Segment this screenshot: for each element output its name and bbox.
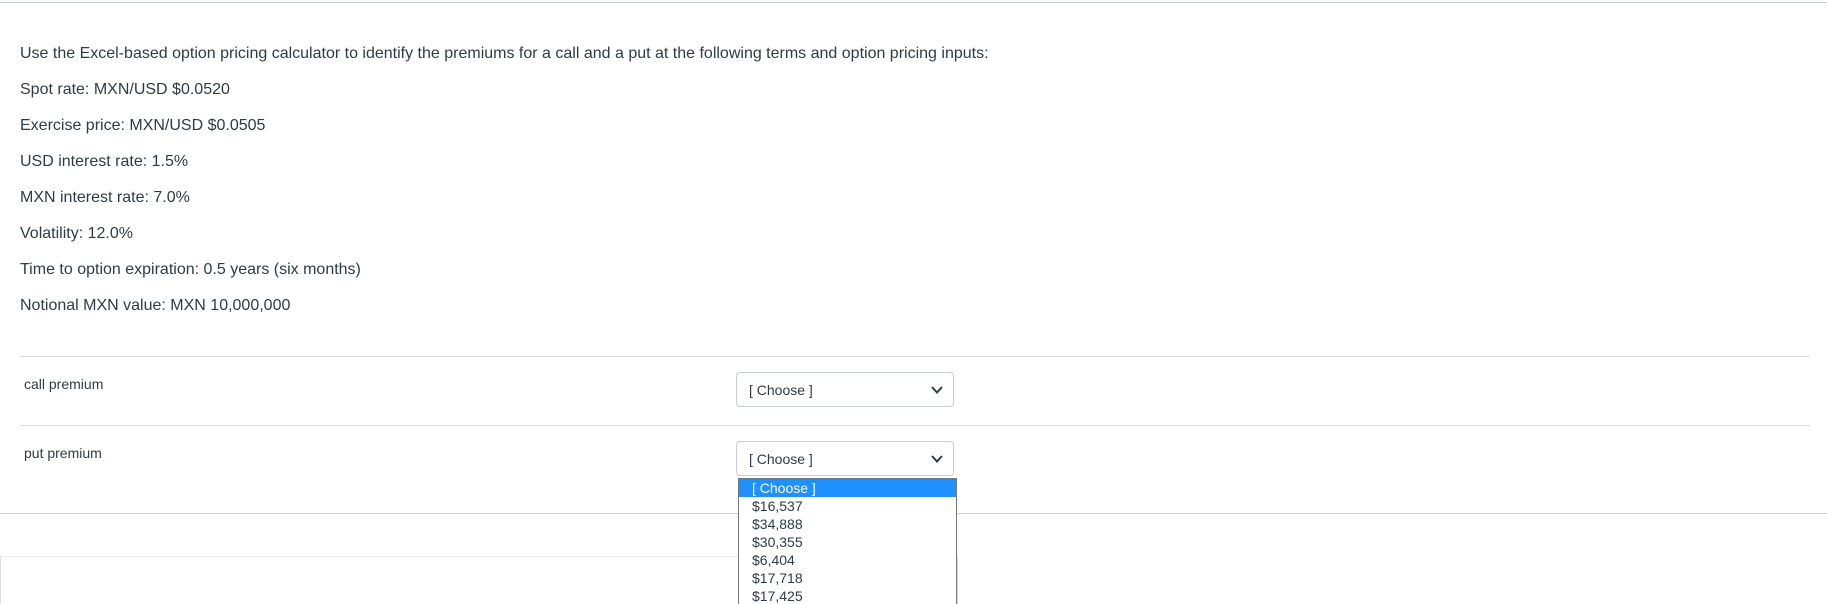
- dropdown-option[interactable]: $17,718: [739, 569, 956, 587]
- chevron-down-icon: [931, 455, 943, 463]
- dropdown-option[interactable]: $16,537: [739, 497, 956, 515]
- dropdown-option[interactable]: $34,888: [739, 515, 956, 533]
- exercise-price-text: Exercise price: MXN/USD $0.0505: [20, 117, 266, 134]
- question-intro: Use the Excel-based option pricing calcu…: [20, 45, 989, 62]
- dropdown-option[interactable]: $6,404: [739, 551, 956, 569]
- mxn-interest-text: MXN interest rate: 7.0%: [20, 189, 190, 206]
- usd-interest-text: USD interest rate: 1.5%: [20, 153, 189, 170]
- dropdown-option[interactable]: [ Choose ]: [739, 479, 956, 497]
- volatility-text: Volatility: 12.0%: [20, 225, 133, 242]
- dropdown-option[interactable]: $17,425: [739, 587, 956, 604]
- call-premium-row: call premium [ Choose ]: [20, 356, 1810, 425]
- spot-rate-text: Spot rate: MXN/USD $0.0520: [20, 81, 230, 98]
- put-premium-selected-value: [ Choose ]: [749, 451, 813, 467]
- put-premium-label: put premium: [24, 445, 102, 461]
- dropdown-option[interactable]: $30,355: [739, 533, 956, 551]
- question-text: Use the Excel-based option pricing calcu…: [20, 44, 1800, 332]
- put-premium-options-list[interactable]: [ Choose ] $16,537 $34,888 $30,355 $6,40…: [738, 478, 957, 604]
- time-to-expiration-text: Time to option expiration: 0.5 years (si…: [20, 261, 361, 278]
- chevron-down-icon: [931, 386, 943, 394]
- put-premium-select[interactable]: [ Choose ]: [736, 441, 954, 476]
- notional-value-text: Notional MXN value: MXN 10,000,000: [20, 297, 291, 314]
- call-premium-select[interactable]: [ Choose ]: [736, 372, 954, 407]
- top-divider: [0, 2, 1827, 3]
- call-premium-selected-value: [ Choose ]: [749, 382, 813, 398]
- call-premium-label: call premium: [24, 376, 104, 392]
